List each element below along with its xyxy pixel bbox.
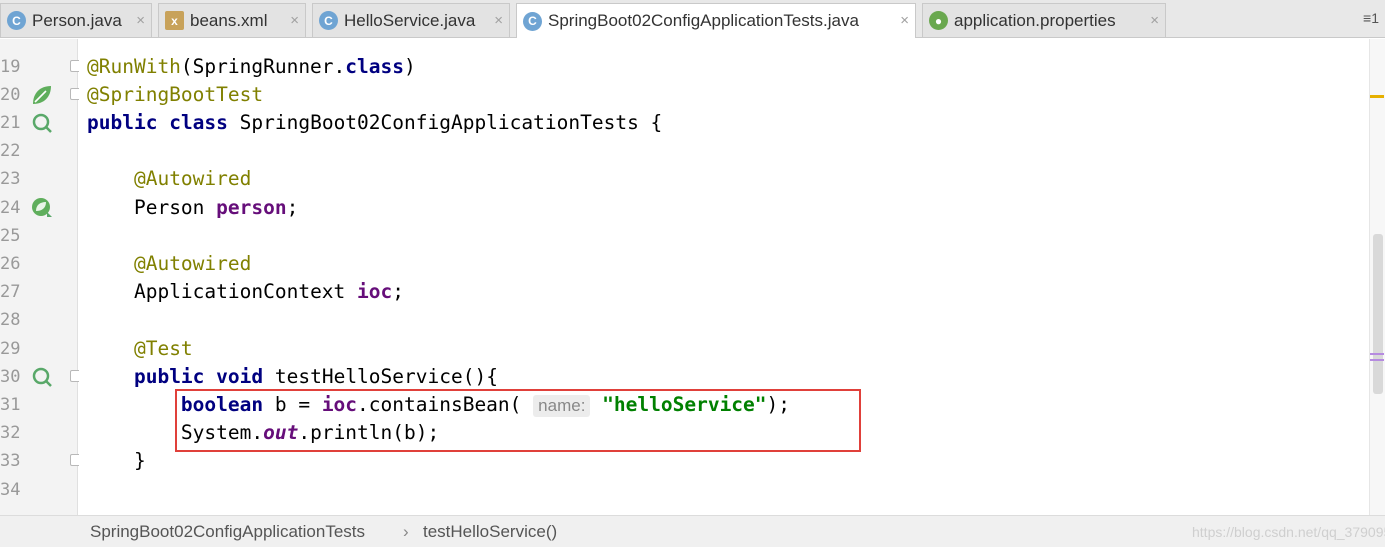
code-line-19: @RunWith(SpringRunner.class)	[87, 53, 416, 81]
tab-beans-xml[interactable]: x beans.xml ×	[158, 3, 306, 37]
run-test-icon[interactable]	[30, 111, 54, 135]
annotation: @RunWith	[87, 55, 181, 78]
editor-scrollbar[interactable]	[1369, 39, 1385, 515]
line-number: 22	[0, 141, 21, 161]
tab-label: beans.xml	[190, 10, 268, 30]
code-text: SpringBoot02ConfigApplicationTests {	[227, 111, 663, 134]
line-number: 29	[0, 339, 21, 359]
line-number: 31	[0, 395, 21, 415]
annotation: @Autowired	[133, 252, 252, 275]
close-icon[interactable]: ×	[494, 12, 503, 29]
annotation: @SpringBootTest	[87, 83, 264, 106]
line-number: 33	[0, 451, 21, 471]
tab-label: HelloService.java	[344, 10, 476, 30]
line-number: 21	[0, 113, 21, 133]
highlight-box	[175, 389, 861, 452]
code-text: Person	[133, 196, 217, 219]
editor-tab-bar: C Person.java × x beans.xml × C HelloSer…	[0, 0, 1385, 38]
breadcrumb-item-class[interactable]: SpringBoot02ConfigApplicationTests	[90, 516, 365, 547]
code-text: (SpringRunner.	[180, 55, 346, 78]
xml-file-icon: x	[165, 11, 184, 30]
code-text: testHelloService(){	[263, 365, 498, 388]
annotation: @Autowired	[133, 167, 252, 190]
tab-springboot-tests-java[interactable]: C SpringBoot02ConfigApplicationTests.jav…	[516, 3, 916, 38]
breadcrumb: SpringBoot02ConfigApplicationTests › tes…	[0, 515, 1385, 547]
line-number: 26	[0, 254, 21, 274]
code-line-24: Person person;	[87, 194, 298, 222]
tab-label: SpringBoot02ConfigApplicationTests.java	[548, 11, 859, 30]
keyword: void	[216, 365, 264, 388]
java-class-icon: C	[523, 11, 542, 31]
tab-label: Person.java	[32, 10, 122, 30]
breadcrumb-separator: ›	[403, 522, 409, 541]
tab-label: application.properties	[954, 10, 1116, 30]
tab-person-java[interactable]: C Person.java ×	[0, 3, 152, 37]
line-number: 34	[0, 480, 21, 500]
line-number: 32	[0, 423, 21, 443]
code-line-26: @Autowired	[87, 250, 251, 278]
spring-properties-icon: ●	[929, 11, 948, 30]
code-line-29: @Test	[87, 335, 193, 363]
keyword: public	[133, 365, 205, 388]
breadcrumb-item-method[interactable]: testHelloService()	[423, 516, 557, 547]
autowired-bean-icon[interactable]	[30, 196, 54, 220]
code-text: }	[133, 449, 146, 472]
line-number: 24	[0, 198, 21, 218]
caret-marker[interactable]	[1370, 359, 1384, 361]
code-line-21: public class SpringBoot02ConfigApplicati…	[87, 109, 662, 137]
code-text: ApplicationContext	[133, 280, 358, 303]
field-name: person	[216, 196, 287, 219]
tab-application-properties[interactable]: ● application.properties ×	[922, 3, 1166, 37]
run-test-icon[interactable]	[30, 365, 54, 389]
line-number: 27	[0, 282, 21, 302]
spring-leaf-icon[interactable]	[30, 83, 54, 107]
close-icon[interactable]: ×	[136, 12, 145, 29]
keyword: public	[87, 111, 158, 134]
code-text: ;	[392, 280, 405, 303]
code-line-23: @Autowired	[87, 165, 251, 193]
code-line-33: }	[87, 447, 146, 475]
code-line-27: ApplicationContext ioc;	[87, 278, 404, 306]
code-text: )	[404, 55, 416, 78]
code-line-30: public void testHelloService(){	[87, 363, 498, 391]
field-name: ioc	[357, 280, 393, 303]
close-icon[interactable]: ×	[900, 12, 909, 29]
close-icon[interactable]: ×	[1150, 12, 1159, 29]
annotation: @Test	[133, 337, 193, 360]
caret-marker[interactable]	[1370, 353, 1384, 355]
java-class-icon: C	[319, 11, 338, 30]
line-number: 28	[0, 310, 21, 330]
code-text: ;	[286, 196, 299, 219]
warning-marker[interactable]	[1370, 95, 1384, 98]
close-icon[interactable]: ×	[290, 12, 299, 29]
keyword: class	[169, 111, 228, 134]
code-line-20: @SpringBootTest	[87, 81, 263, 109]
line-number: 30	[0, 367, 21, 387]
line-number: 20	[0, 85, 21, 105]
line-number: 23	[0, 169, 21, 189]
line-number: 25	[0, 226, 21, 246]
editor-gutter: 19 20 21 22 23 24 25 26 27 28 29 30 31 3…	[0, 39, 82, 515]
scrollbar-thumb[interactable]	[1373, 234, 1383, 394]
line-number: 19	[0, 57, 21, 77]
keyword: class	[345, 55, 404, 78]
watermark-text: https://blog.csdn.net/qq_37909508	[1192, 524, 1385, 540]
java-class-icon: C	[7, 11, 26, 30]
tab-helloservice-java[interactable]: C HelloService.java ×	[312, 3, 510, 37]
tab-list-menu-icon[interactable]: ≡1	[1363, 10, 1379, 26]
